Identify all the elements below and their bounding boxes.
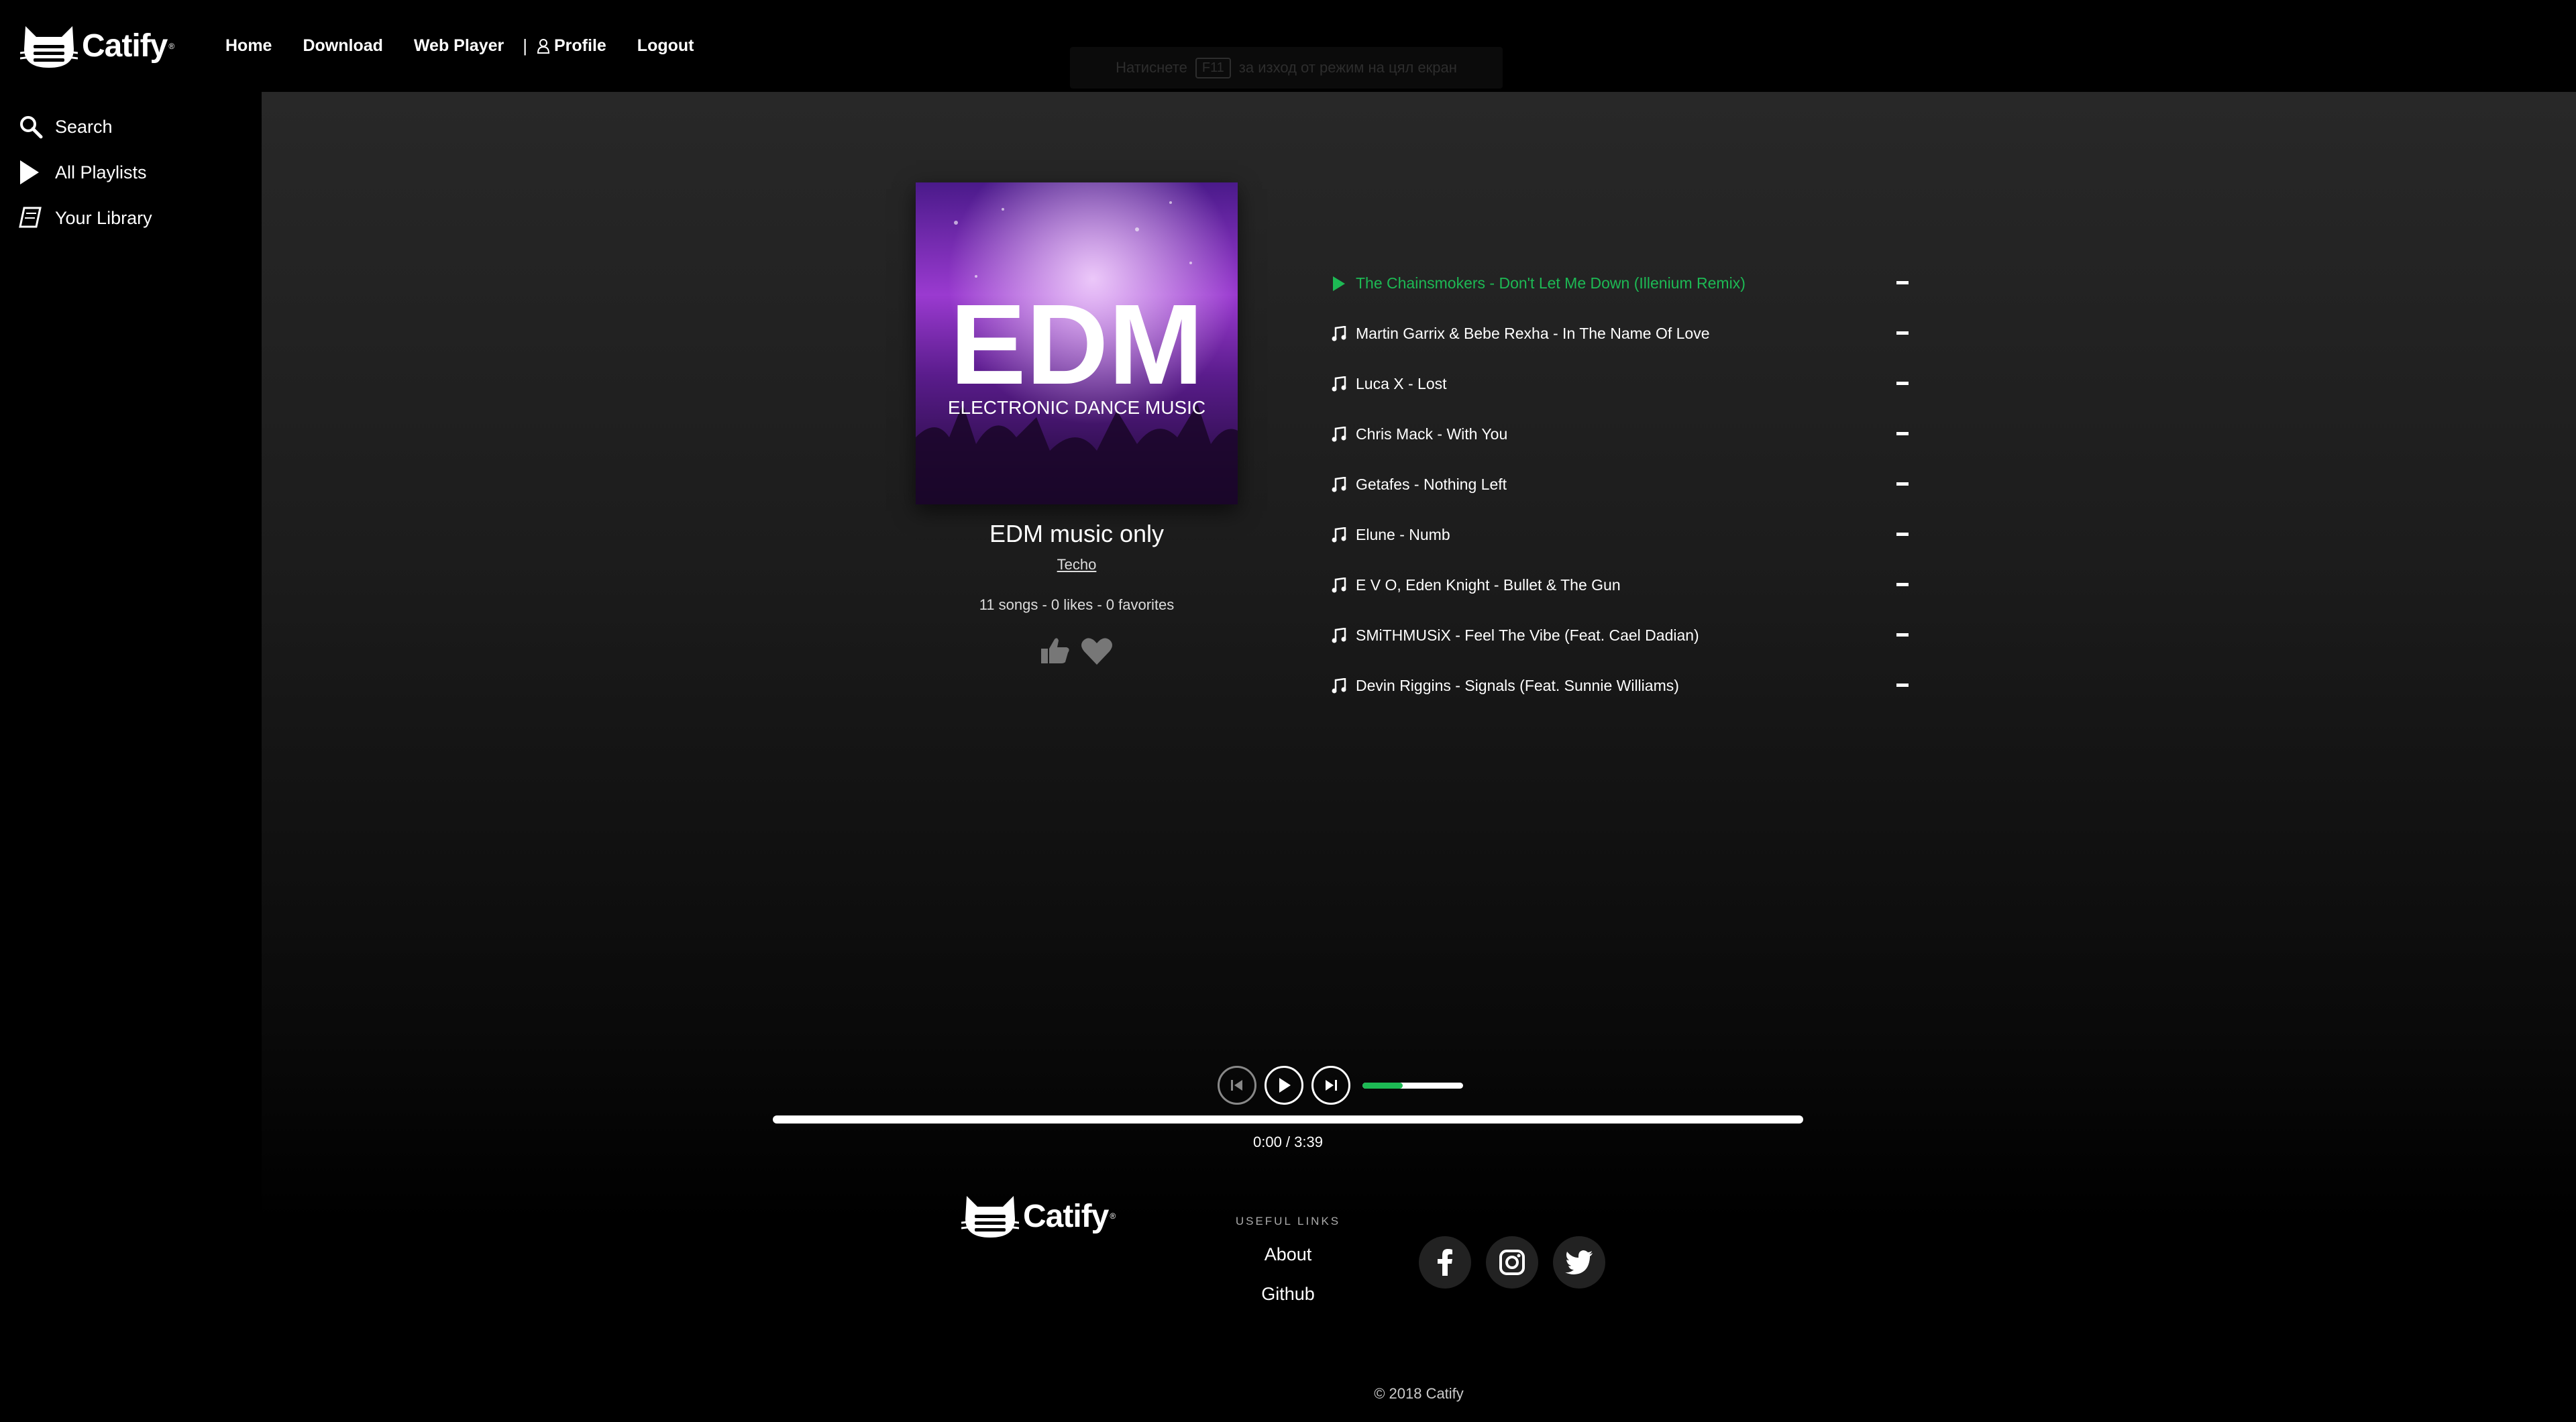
footer-link-about[interactable]: About [1221,1244,1355,1265]
nav-profile[interactable]: Profile [537,36,606,56]
cat-logo-icon [961,1196,1019,1238]
footer-link-github[interactable]: Github [1221,1284,1355,1305]
play-icon [1279,1078,1291,1093]
brand-name: Catify [82,28,168,64]
nav-separator: | [523,36,527,56]
remove-track-button[interactable] [1896,583,1909,586]
useful-links-heading: USEFUL LINKS [1235,1215,1341,1227]
track-list: The Chainsmokers - Don't Let Me Down (Il… [1332,274,1909,727]
thumbs-up-icon[interactable] [1040,637,1071,669]
copyright: © 2018 Catify [1374,1385,1464,1402]
volume-level [1362,1082,1403,1089]
search-icon [19,115,46,139]
social-links [1419,1236,1605,1289]
nav-logout[interactable]: Logout [637,36,694,56]
play-icon [1332,274,1356,296]
track-title: E V O, Eden Knight - Bullet & The Gun [1356,576,1621,594]
music-note-icon [1332,626,1356,648]
volume-slider[interactable] [1362,1082,1463,1089]
music-note-icon [1332,325,1356,346]
facebook-icon[interactable] [1419,1236,1471,1289]
footer-brand-logo: Catify ® [961,1192,1116,1240]
remove-track-button[interactable] [1896,331,1909,335]
brand-registered-mark: ® [168,41,175,51]
sidebar: Search All Playlists Your Library [0,92,262,1422]
track-title: Martin Garrix & Bebe Rexha - In The Name… [1356,325,1710,342]
playlist-genre-link[interactable]: Techo [916,556,1238,573]
track-row[interactable]: The Chainsmokers - Don't Let Me Down (Il… [1332,274,1909,325]
remove-track-button[interactable] [1896,432,1909,435]
instagram-icon[interactable] [1486,1236,1538,1289]
playlist-stats: 11 songs - 0 likes - 0 favorites [979,596,1175,613]
useful-links: USEFUL LINKS About Github [1221,1215,1355,1323]
previous-button[interactable] [1218,1066,1256,1105]
track-title: Getafes - Nothing Left [1356,476,1507,493]
playlist-cover-art: EDM ELECTRONIC DANCE MUSIC [916,182,1238,504]
track-row[interactable]: Getafes - Nothing Left [1332,476,1909,526]
cat-logo-icon [20,25,78,68]
heart-icon[interactable] [1080,637,1114,669]
cover-title: EDM [950,281,1203,408]
sidebar-item-label: Your Library [55,207,152,228]
track-title: Chris Mack - With You [1356,425,1508,443]
track-time: 0:00 / 3:39 [1253,1134,1323,1150]
fullscreen-hint: Натиснете F11 за изход от режим на цял е… [1070,47,1503,89]
fullscreen-hint-key: F11 [1195,57,1231,78]
music-note-icon [1332,576,1356,598]
track-row[interactable]: Elune - Numb [1332,526,1909,576]
music-note-icon [1332,476,1356,497]
music-note-icon [1332,526,1356,547]
sidebar-item-your-library[interactable]: Your Library [0,195,262,241]
play-button[interactable] [1265,1066,1303,1105]
playlist-cover: EDM ELECTRONIC DANCE MUSIC [916,182,1238,504]
user-icon [537,38,550,54]
nav-profile-label: Profile [554,36,606,55]
brand-logo[interactable]: Catify ® [20,22,201,70]
playlist-title: EDM music only [989,520,1165,547]
track-title: Devin Riggins - Signals (Feat. Sunnie Wi… [1356,677,1679,694]
next-button[interactable] [1311,1066,1350,1105]
track-title: The Chainsmokers - Don't Let Me Down (Il… [1356,274,1746,292]
remove-track-button[interactable] [1896,683,1909,687]
play-icon [19,160,46,184]
sidebar-item-search[interactable]: Search [0,104,262,150]
nav-download[interactable]: Download [303,36,382,56]
sidebar-item-label: All Playlists [55,162,147,182]
cover-subtitle: ELECTRONIC DANCE MUSIC [948,397,1205,418]
playlist-actions [916,637,1238,669]
track-row[interactable]: SMiTHMUSiX - Feel The Vibe (Feat. Cael D… [1332,626,1909,677]
fullscreen-hint-after: за изход от режим на цял екран [1238,59,1457,76]
track-title: Elune - Numb [1356,526,1450,543]
track-row[interactable]: Martin Garrix & Bebe Rexha - In The Name… [1332,325,1909,375]
remove-track-button[interactable] [1896,533,1909,536]
remove-track-button[interactable] [1896,382,1909,385]
twitter-icon[interactable] [1553,1236,1605,1289]
track-row[interactable]: Luca X - Lost [1332,375,1909,425]
remove-track-button[interactable] [1896,633,1909,637]
track-progress-bar[interactable] [773,1115,1803,1124]
remove-track-button[interactable] [1896,482,1909,486]
player-controls [1218,1066,1463,1105]
track-row[interactable]: Devin Riggins - Signals (Feat. Sunnie Wi… [1332,677,1909,727]
sidebar-item-all-playlists[interactable]: All Playlists [0,150,262,195]
skip-forward-icon [1326,1080,1337,1091]
fullscreen-hint-before: Натиснете [1116,59,1187,76]
skip-back-icon [1231,1080,1242,1091]
music-note-icon [1332,425,1356,447]
main-content: EDM ELECTRONIC DANCE MUSIC EDM music onl… [262,92,2576,1422]
track-title: Luca X - Lost [1356,375,1447,392]
sidebar-item-label: Search [55,116,113,137]
music-note-icon [1332,375,1356,396]
music-note-icon [1332,677,1356,698]
main-nav: Home Download Web Player | Profile Logou… [225,36,724,56]
track-row[interactable]: Chris Mack - With You [1332,425,1909,476]
book-icon [19,207,46,229]
nav-home[interactable]: Home [225,36,272,56]
remove-track-button[interactable] [1896,281,1909,284]
track-row[interactable]: E V O, Eden Knight - Bullet & The Gun [1332,576,1909,626]
footer-brand-name: Catify [1023,1198,1109,1234]
nav-web-player[interactable]: Web Player [414,36,504,56]
track-title: SMiTHMUSiX - Feel The Vibe (Feat. Cael D… [1356,626,1699,644]
footer-brand-registered-mark: ® [1110,1211,1116,1221]
